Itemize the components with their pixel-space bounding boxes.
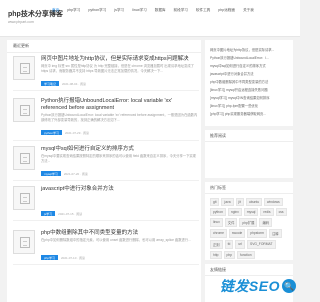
tag-chip[interactable]: 文件 (224, 218, 238, 227)
sidebar-recommended: 推荐阅读 (205, 130, 293, 178)
post-category-tag[interactable]: python学习 (41, 130, 63, 135)
top-navbar: php技术分享博客 www.phpart.com 首页 php学习 python… (0, 0, 300, 37)
seo-watermark-logo: 链发SEO 🔍 (220, 276, 296, 296)
magnifier-icon: 🔍 (282, 279, 296, 293)
post-category-tag[interactable]: mysql学习 (41, 171, 61, 176)
tag-chip[interactable]: url (235, 240, 246, 249)
watermark-text: 链发SEO (219, 278, 280, 294)
sidebar-tag-cloud: 热门标签 git java jit ubuntu windows python … (205, 182, 293, 260)
tag-chip[interactable]: function (237, 251, 255, 259)
post-title[interactable]: javascript中进行对象合并方法 (41, 186, 199, 193)
post-meta: python学习 2021-07-29 · 阅读 (41, 130, 89, 135)
tag-chip[interactable]: ubuntu (245, 198, 263, 206)
post-meta: mysql学习 2021-07-20 · 阅读 (41, 171, 88, 176)
post-title[interactable]: mysql中sql如何进行自定义的排序方式 (41, 146, 199, 153)
post-item[interactable]: php中数组删除其中不同类型变量的方法 在php中如何删除数组中的指定元素，可以… (13, 230, 199, 265)
sidebar-link[interactable]: javascript中进行对象合并方法 (205, 70, 293, 78)
sidebar-link[interactable]: 网页中图片地址为http协议，但是实际请求... (205, 46, 293, 54)
sidebar-latest-list: 网页中图片地址为http协议，但是实际请求... Python执行报错Unbou… (205, 40, 293, 126)
post-thumbnail[interactable] (13, 146, 35, 170)
tag-chip[interactable]: java (221, 198, 234, 206)
recommended-heading: 推荐阅读 (205, 130, 293, 142)
tag-chip[interactable]: php (223, 251, 236, 259)
tags-heading: 热门标签 (205, 182, 293, 194)
post-date: 2021-08-04 · 阅读 (62, 81, 87, 86)
tag-chip[interactable]: redis (260, 208, 274, 216)
tag-chip[interactable]: http (210, 251, 222, 259)
site-subtitle: www.phpart.com (8, 20, 34, 24)
tag-chip[interactable]: php扩展 (239, 218, 258, 227)
tag-chip[interactable]: 正则 (210, 240, 223, 249)
nav-item-linux[interactable]: linux学习 (132, 8, 147, 13)
tag-chip[interactable]: 编码 (259, 218, 273, 227)
post-excerpt: 在mysql中要实现查询结果按照特定的顺序来排序的话可以使用 field 函数来… (41, 154, 196, 163)
main-nav: 首页 php学习 python学习 js学习 linux学习 数据库 前段学习 … (52, 8, 262, 13)
sidebar-link[interactable]: [linux学习] mysql开启远程连接失败问题 (205, 86, 293, 94)
image-placeholder-icon (20, 63, 30, 74)
tag-chip[interactable]: chrome (210, 229, 227, 238)
post-item[interactable]: Python执行报错UnboundLocalError: local varia… (13, 98, 199, 141)
tag-chip[interactable]: swoole (229, 229, 246, 238)
tag-cloud: git java jit ubuntu windows python nginx… (205, 194, 293, 263)
tag-chip[interactable]: fd (224, 240, 234, 249)
post-meta: php学习 2021-07-10 · 阅读 (41, 255, 85, 260)
post-title[interactable]: 网页中图片地址为http协议，但是实际请求变成https问题解决 (41, 56, 199, 63)
post-category-tag[interactable]: js学习 (41, 211, 56, 216)
sidebar-link[interactable]: php中数组删除其中不同类型变量的方法 (205, 78, 293, 86)
post-category-tag[interactable]: php学习 (41, 255, 59, 260)
sidebar-link[interactable]: Python执行报错UnboundLocalError：l... (205, 54, 293, 62)
post-excerpt: 网页中 img 标签 src 属性是http协议 为 http 完整链接，但是在… (41, 64, 194, 73)
image-placeholder-icon (20, 193, 30, 204)
image-placeholder-icon (20, 153, 30, 164)
nav-item-home[interactable]: 首页 (52, 8, 59, 13)
sidebar-link[interactable]: [php学习] php实现服务器端获取网页... (205, 110, 293, 118)
tag-chip[interactable]: SVG_FORMAT (247, 240, 276, 249)
nav-item-remote[interactable]: php远程面 (218, 8, 235, 13)
nav-item-python[interactable]: python学习 (88, 8, 106, 13)
image-placeholder-icon (20, 105, 30, 116)
tag-chip[interactable]: git (210, 198, 220, 206)
sidebar: 网页中图片地址为http协议，但是实际请求... Python执行报错Unbou… (205, 40, 293, 302)
tag-chip[interactable]: phpstorm (247, 229, 268, 238)
nav-item-frontend[interactable]: 前段学习 (174, 8, 188, 13)
nav-item-js[interactable]: js学习 (114, 8, 124, 13)
post-thumbnail[interactable] (13, 230, 35, 254)
nav-item-php[interactable]: php学习 (67, 8, 80, 13)
post-date: 2021-07-10 · 阅读 (61, 255, 86, 260)
post-excerpt: Python执行报错UnboundLocalError: local varia… (41, 113, 198, 122)
post-meta: 学习笔记 2021-08-04 · 阅读 (41, 81, 86, 86)
tag-chip[interactable]: css (275, 208, 287, 216)
post-meta: js学习 2021-07-15 · 阅读 (41, 211, 82, 216)
tag-chip[interactable]: nginx (227, 208, 242, 216)
post-date: 2021-07-20 · 阅读 (63, 171, 88, 176)
post-title[interactable]: Python执行报错UnboundLocalError: local varia… (41, 98, 199, 112)
links-heading: 友情链接 (205, 264, 293, 276)
section-title: 最近更新 (7, 40, 201, 53)
nav-item-database[interactable]: 数据库 (155, 8, 166, 13)
post-category-tag[interactable]: 学习笔记 (41, 81, 60, 86)
tag-chip[interactable]: jit (235, 198, 244, 206)
post-item[interactable]: 网页中图片地址为http协议，但是实际请求变成https问题解决 网页中 img… (13, 56, 199, 91)
tag-chip[interactable]: windows (264, 198, 283, 206)
sidebar-link[interactable]: [linux学习] php-fpm配置一些优化 (205, 102, 293, 110)
post-thumbnail[interactable] (13, 98, 35, 122)
image-placeholder-icon (20, 237, 30, 248)
post-excerpt: 在php中如何删除数组中的指定元素，可以使用 unset 函数进行删除，也可以用… (41, 238, 191, 242)
sidebar-link[interactable]: [mysql学习] mysql中IN查询结果如何排序 (205, 94, 293, 102)
post-title[interactable]: php中数组删除其中不同类型变量的方法 (41, 230, 199, 237)
post-item[interactable]: mysql中sql如何进行自定义的排序方式 在mysql中要实现查询结果按照特定… (13, 146, 199, 181)
post-item[interactable]: javascript中进行对象合并方法 js学习 2021-07-15 · 阅读 (13, 186, 199, 221)
post-date: 2021-07-29 · 阅读 (65, 130, 90, 135)
nav-item-tools[interactable]: 软件工具 (196, 8, 210, 13)
post-thumbnail[interactable] (13, 186, 35, 210)
tag-chip[interactable]: mysql (243, 208, 259, 216)
post-date: 2021-07-15 · 阅读 (58, 211, 83, 216)
nav-item-about[interactable]: 关于我 (243, 8, 254, 13)
post-thumbnail[interactable] (13, 56, 35, 80)
sidebar-link[interactable]: mysql中sql如何进行自定义的排序方式 (205, 62, 293, 70)
tag-chip[interactable]: python (210, 208, 226, 216)
tag-chip[interactable]: linux (210, 218, 223, 227)
main-content: 最近更新 网页中图片地址为http协议，但是实际请求变成https问题解决 网页… (7, 40, 201, 302)
tag-chip[interactable]: 注释 (269, 229, 282, 238)
